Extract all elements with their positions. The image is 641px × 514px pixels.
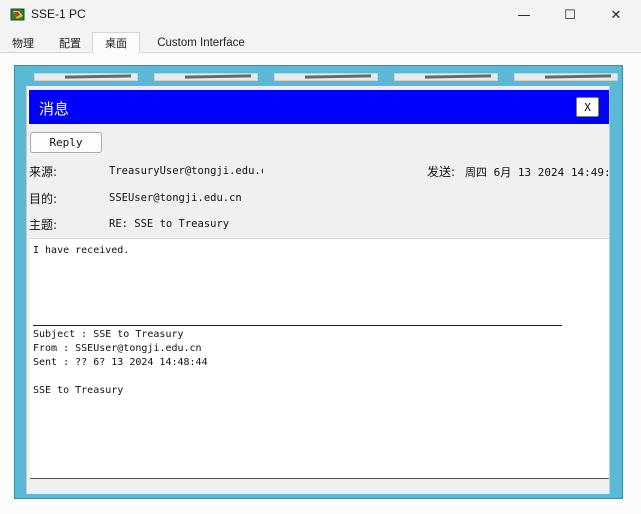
sent-value: 周四 6月 13 2024 14:49:23 (465, 166, 609, 179)
message-window: 消息 X Reply 来源: TreasuryUser@tongji.edu.c… (26, 86, 610, 494)
close-window-button[interactable]: ✕ (593, 0, 639, 31)
minimize-button[interactable]: — (501, 0, 547, 31)
message-header: 消息 X (29, 90, 609, 124)
quoted-body: SSE to Treasury (33, 385, 124, 396)
quoted-from: From : SSEUser@tongji.edu.cn (33, 343, 202, 354)
minimize-icon: — (517, 8, 531, 23)
bottom-divider (30, 478, 609, 479)
desktop-area: 消息 X Reply 来源: TreasuryUser@tongji.edu.c… (14, 65, 623, 499)
message-body[interactable]: I have received. Subject : SSE to Treasu… (30, 238, 609, 478)
maximize-icon: ☐ (564, 8, 576, 23)
title-bar: SSE-1 PC — ☐ ✕ (0, 0, 641, 31)
reply-button[interactable]: Reply (30, 132, 102, 153)
desktop-app-icon[interactable] (154, 73, 258, 81)
to-label: 目的: (29, 192, 58, 206)
desktop-app-icon[interactable] (394, 73, 498, 81)
tab-bar: 物理 配置 桌面 Custom Interface (0, 31, 641, 54)
to-value: SSEUser@tongji.edu.cn (109, 192, 242, 204)
from-label: 来源: (29, 165, 58, 179)
from-value: TreasuryUser@tongji.edu.cn (109, 165, 263, 177)
maximize-button[interactable]: ☐ (547, 0, 593, 31)
quoted-sent: Sent : ?? 6? 13 2024 14:48:44 (33, 357, 208, 368)
desktop-app-icon[interactable] (274, 73, 378, 81)
desktop-app-icon[interactable] (34, 73, 138, 81)
subject-value: RE: SSE to Treasury (109, 218, 230, 230)
quote-divider (33, 325, 562, 326)
desktop-app-icon[interactable] (514, 73, 618, 81)
close-icon: ✕ (610, 8, 622, 23)
message-title: 消息 (39, 100, 70, 118)
tab-desktop[interactable]: 桌面 (92, 32, 140, 54)
main-panel: 消息 X Reply 来源: TreasuryUser@tongji.edu.c… (0, 53, 641, 514)
window-title: SSE-1 PC (31, 7, 86, 21)
message-close-button[interactable]: X (576, 97, 599, 117)
reply-text: I have received. (33, 245, 130, 256)
quoted-subject: Subject : SSE to Treasury (33, 329, 184, 340)
packet-tracer-icon (10, 8, 25, 21)
tab-config[interactable]: 配置 (48, 33, 92, 53)
tab-custom-interface[interactable]: Custom Interface (140, 33, 262, 53)
tab-physical[interactable]: 物理 (2, 33, 44, 53)
sent-label: 发送: (427, 165, 456, 179)
subject-label: 主题: (29, 218, 58, 232)
